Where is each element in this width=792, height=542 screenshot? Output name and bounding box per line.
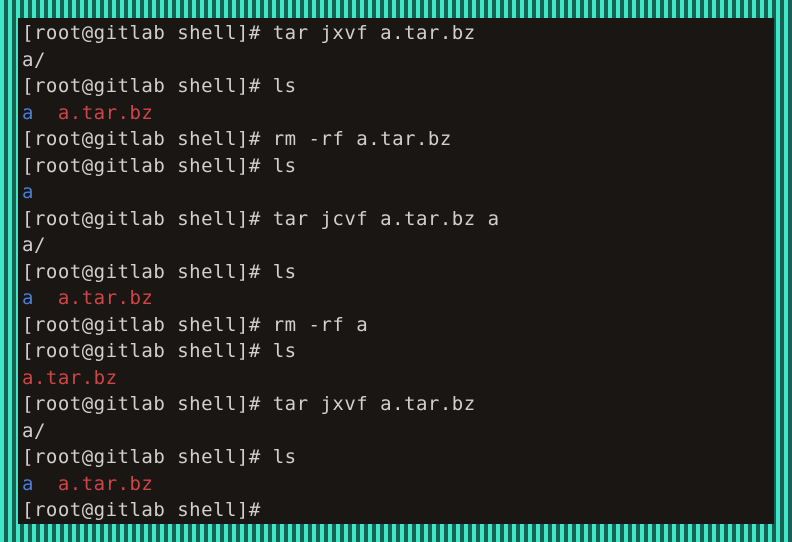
terminal-line: a.tar.bz	[22, 365, 770, 392]
terminal-line: a	[22, 179, 770, 206]
ls-directory: a	[22, 473, 34, 495]
terminal-line: a/	[22, 232, 770, 259]
shell-command: ls	[273, 340, 297, 362]
shell-prompt: [root@gitlab shell]#	[22, 393, 273, 415]
terminal-line: [root@gitlab shell]# ls	[22, 444, 770, 471]
terminal-line: [root@gitlab shell]# tar jxvf a.tar.bz	[22, 20, 770, 47]
ls-separator	[34, 102, 58, 124]
ls-directory: a	[22, 287, 34, 309]
shell-command: ls	[273, 155, 297, 177]
ls-separator	[34, 473, 58, 495]
terminal-line: a a.tar.bz	[22, 100, 770, 127]
shell-prompt: [root@gitlab shell]#	[22, 340, 273, 362]
terminal-line: [root@gitlab shell]# rm -rf a	[22, 312, 770, 339]
shell-command: tar jxvf a.tar.bz	[273, 22, 476, 44]
ls-archive: a.tar.bz	[58, 473, 154, 495]
terminal-line: a/	[22, 47, 770, 74]
terminal-line: a a.tar.bz	[22, 471, 770, 498]
ls-directory: a	[22, 102, 34, 124]
ls-archive: a.tar.bz	[58, 102, 154, 124]
shell-prompt: [root@gitlab shell]#	[22, 261, 273, 283]
shell-prompt: [root@gitlab shell]#	[22, 499, 273, 521]
terminal-line: a a.tar.bz	[22, 285, 770, 312]
terminal-line: a/	[22, 418, 770, 445]
shell-output: a/	[22, 420, 46, 442]
shell-command: ls	[273, 446, 297, 468]
shell-command: ls	[273, 261, 297, 283]
shell-command: rm -rf a.tar.bz	[273, 128, 452, 150]
ls-archive: a.tar.bz	[58, 287, 154, 309]
terminal-line: [root@gitlab shell]# ls	[22, 153, 770, 180]
ls-archive: a.tar.bz	[22, 367, 118, 389]
terminal-window[interactable]: [root@gitlab shell]# tar jxvf a.tar.bza/…	[18, 18, 774, 524]
shell-prompt: [root@gitlab shell]#	[22, 314, 273, 336]
shell-command: tar jxvf a.tar.bz	[273, 393, 476, 415]
terminal-line: [root@gitlab shell]# ls	[22, 73, 770, 100]
shell-output: a/	[22, 234, 46, 256]
shell-prompt: [root@gitlab shell]#	[22, 75, 273, 97]
shell-prompt: [root@gitlab shell]#	[22, 208, 273, 230]
ls-separator	[34, 287, 58, 309]
terminal-line: [root@gitlab shell]# tar jcvf a.tar.bz a	[22, 206, 770, 233]
terminal-line: [root@gitlab shell]# rm -rf a.tar.bz	[22, 126, 770, 153]
shell-prompt: [root@gitlab shell]#	[22, 22, 273, 44]
shell-output: a/	[22, 49, 46, 71]
ls-directory: a	[22, 181, 34, 203]
shell-command: rm -rf a	[273, 314, 369, 336]
terminal-line: [root@gitlab shell]#	[22, 497, 770, 524]
shell-prompt: [root@gitlab shell]#	[22, 128, 273, 150]
shell-prompt: [root@gitlab shell]#	[22, 446, 273, 468]
shell-command: tar jcvf a.tar.bz a	[273, 208, 500, 230]
terminal-line: [root@gitlab shell]# tar jxvf a.tar.bz	[22, 391, 770, 418]
terminal-line: [root@gitlab shell]# ls	[22, 338, 770, 365]
shell-prompt: [root@gitlab shell]#	[22, 155, 273, 177]
terminal-line: [root@gitlab shell]# ls	[22, 259, 770, 286]
shell-command: ls	[273, 75, 297, 97]
